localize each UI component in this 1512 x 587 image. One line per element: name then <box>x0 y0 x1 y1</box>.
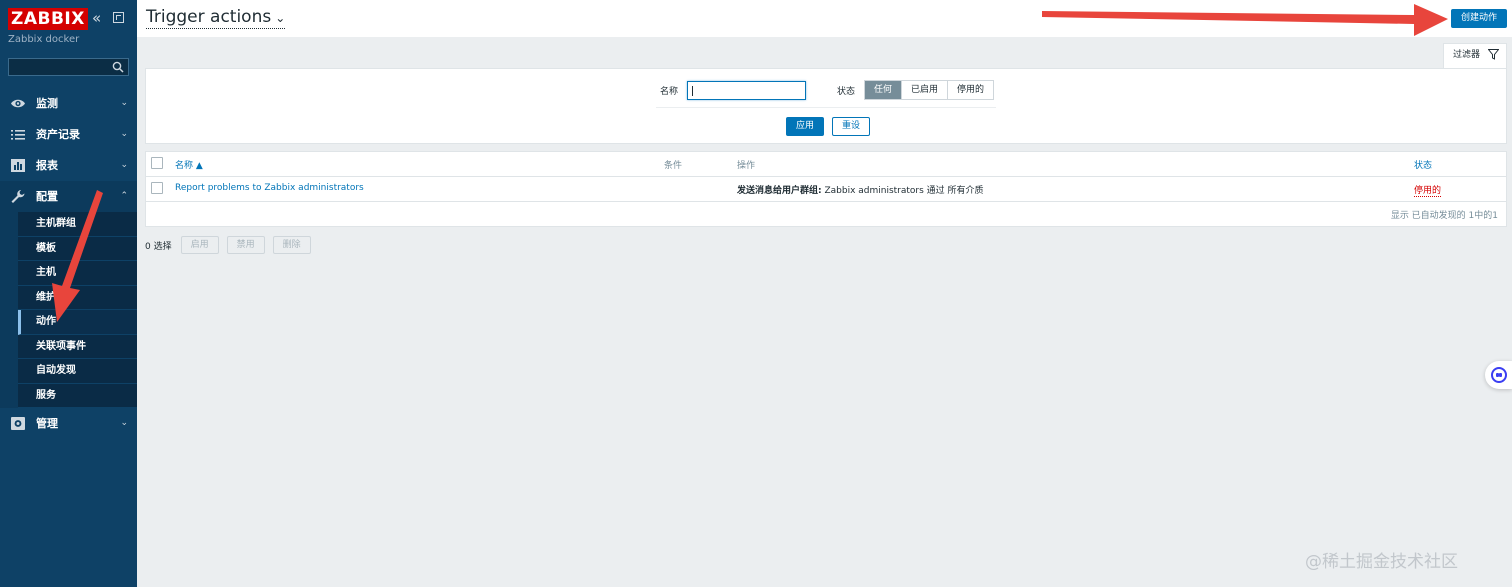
filter-panel: 名称 状态 任何 已启用 停用的 应用 重设 <box>145 68 1507 144</box>
search-icon[interactable] <box>112 61 124 73</box>
chevron-down-icon: ⌄ <box>120 418 128 428</box>
submenu-item-templates[interactable]: 模板 <box>18 236 137 261</box>
create-action-button[interactable]: 创建动作 <box>1451 9 1507 28</box>
configuration-submenu: 主机群组 模板 主机 维护 动作 关联项事件 自动发现 服务 <box>0 212 137 408</box>
chevron-up-icon: ⌃ <box>120 191 128 201</box>
column-header-name[interactable]: 名称 ▲ <box>175 158 203 171</box>
submenu-item-actions[interactable]: 动作 <box>18 310 137 335</box>
column-header-status[interactable]: 状态 <box>1414 158 1432 171</box>
submenu-item-services[interactable]: 服务 <box>18 383 137 408</box>
eye-icon <box>11 99 25 108</box>
action-name-link[interactable]: Report problems to Zabbix administrators <box>175 183 364 193</box>
chevron-down-icon: ⌄ <box>120 129 128 139</box>
collapse-sidebar-icon[interactable]: « <box>92 10 101 26</box>
filter-divider <box>656 107 996 108</box>
assistant-face-icon <box>1491 367 1507 383</box>
menu-configuration[interactable]: 配置 ⌃ <box>0 181 137 212</box>
page-title: Trigger actions <box>146 7 272 27</box>
filter-tab-label: 过滤器 <box>1453 50 1481 60</box>
column-header-conditions: 条件 <box>664 161 683 171</box>
server-name: Zabbix docker <box>8 34 80 45</box>
actions-table: 名称 ▲ 条件 操作 状态 Report problems to Zabbix … <box>145 151 1507 227</box>
submenu-list: 主机群组 模板 主机 维护 动作 关联项事件 自动发现 服务 <box>18 212 137 408</box>
header-divider <box>146 176 1506 177</box>
status-option-disabled[interactable]: 停用的 <box>948 81 994 99</box>
selected-count: 0 选择 <box>145 241 172 252</box>
menu-monitoring[interactable]: 监测 ⌄ <box>0 88 137 119</box>
wrench-icon <box>11 190 25 203</box>
menu-inventory[interactable]: 资产记录 ⌄ <box>0 119 137 150</box>
logo-row: ZABBIX « <box>8 8 133 30</box>
name-filter-label: 名称 <box>660 87 679 97</box>
select-all-checkbox[interactable] <box>151 157 163 169</box>
reset-filter-button[interactable]: 重设 <box>832 117 870 136</box>
zabbix-logo[interactable]: ZABBIX <box>8 8 88 30</box>
row-divider <box>146 201 1506 202</box>
search-input[interactable] <box>8 58 129 76</box>
filter-icon <box>1488 49 1499 60</box>
submenu-item-discovery[interactable]: 自动发现 <box>18 359 137 384</box>
list-icon <box>11 130 25 140</box>
table-summary: 显示 已自动发现的 1中的1 <box>1390 211 1498 221</box>
chevron-down-icon: ⌄ <box>120 160 128 170</box>
filter-tab[interactable]: 过滤器 <box>1443 43 1507 69</box>
action-operations: 发送消息给用户群组: Zabbix administrators 通过 所有介质 <box>737 183 984 196</box>
status-filter-label: 状态 <box>837 87 856 97</box>
watermark: @稀土掘金技术社区 <box>1305 552 1458 572</box>
assistant-float-button[interactable] <box>1485 361 1512 389</box>
gear-icon <box>11 417 25 430</box>
disable-button[interactable]: 禁用 <box>226 236 265 254</box>
mass-action-bar: 0 选择 启用 禁用 删除 <box>145 236 319 254</box>
apply-filter-button[interactable]: 应用 <box>786 117 824 136</box>
column-header-operations: 操作 <box>737 161 756 171</box>
delete-button[interactable]: 删除 <box>272 236 311 254</box>
menu-label: 资产记录 <box>36 128 80 141</box>
page-title-dropdown[interactable]: Trigger actions ⌄ <box>146 7 286 29</box>
operation-label: 发送消息给用户群组: <box>737 186 822 196</box>
status-option-enabled[interactable]: 已启用 <box>902 81 949 99</box>
menu-label: 配置 <box>36 190 58 203</box>
menu-administration[interactable]: 管理 ⌄ <box>0 408 137 439</box>
status-filter-radio-group: 任何 已启用 停用的 <box>864 80 995 100</box>
chevron-down-icon: ⌄ <box>275 11 286 25</box>
page-header: Trigger actions ⌄ 创建动作 <box>137 0 1512 37</box>
menu-label: 报表 <box>36 159 58 172</box>
kiosk-mode-icon[interactable] <box>113 12 124 23</box>
status-option-any[interactable]: 任何 <box>865 81 903 99</box>
chart-icon <box>11 159 25 172</box>
enable-button[interactable]: 启用 <box>180 236 219 254</box>
chevron-down-icon: ⌄ <box>120 98 128 108</box>
submenu-item-hosts[interactable]: 主机 <box>18 261 137 286</box>
menu-label: 监测 <box>36 97 58 110</box>
submenu-item-host-groups[interactable]: 主机群组 <box>18 212 137 237</box>
action-status-toggle[interactable]: 停用的 <box>1414 183 1442 197</box>
submenu-item-event-correlation[interactable]: 关联项事件 <box>18 334 137 359</box>
menu-reports[interactable]: 报表 ⌄ <box>0 150 137 181</box>
name-filter-input[interactable] <box>687 81 806 100</box>
menu-label: 管理 <box>36 417 58 430</box>
row-checkbox[interactable] <box>151 182 163 194</box>
operation-detail: Zabbix administrators 通过 所有介质 <box>821 186 984 196</box>
sidebar: ZABBIX « Zabbix docker 监测 ⌄ 资产记录 ⌄ 报表 ⌄ … <box>0 0 137 587</box>
submenu-item-maintenance[interactable]: 维护 <box>18 285 137 310</box>
main-menu: 监测 ⌄ 资产记录 ⌄ 报表 ⌄ 配置 ⌃ 主机群组 模板 主机 维护 动作 关… <box>0 88 137 439</box>
